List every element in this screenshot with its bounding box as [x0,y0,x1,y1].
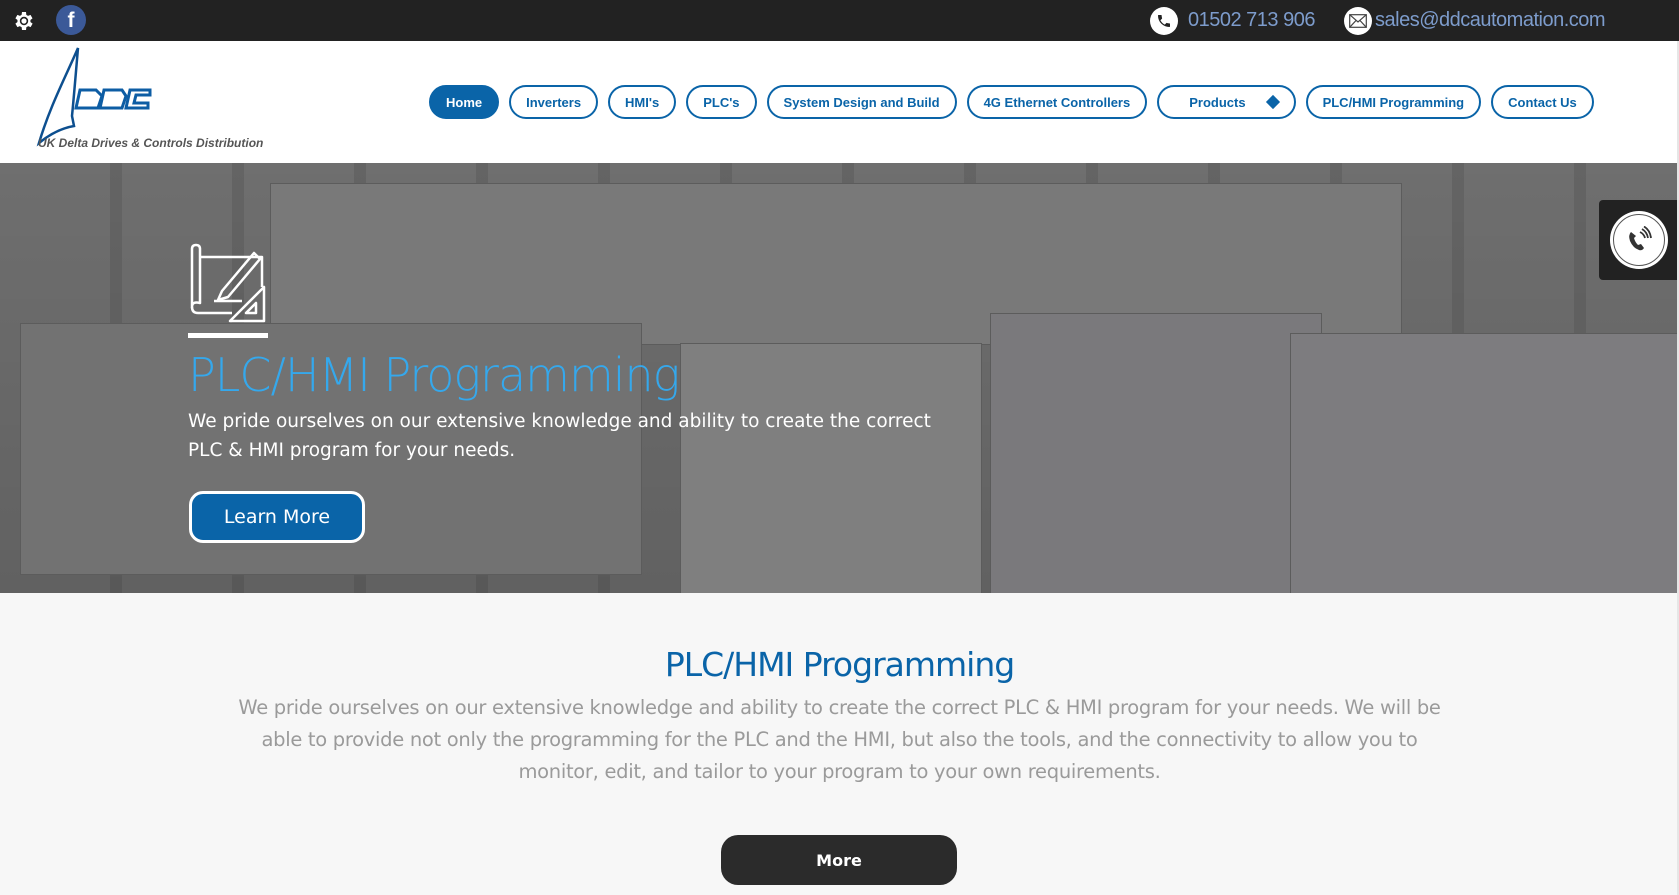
call-widget-ring [1610,211,1668,269]
phone-number[interactable]: 01502 713 906 [1188,9,1315,32]
nav-label: 4G Ethernet Controllers [983,94,1131,110]
email-contact[interactable]: sales@ddcautomation.com [1344,6,1606,35]
hero-divider [188,333,268,338]
nav-hmis[interactable]: HMI's [608,85,677,119]
nav-products[interactable]: Products [1157,85,1296,119]
nav-home[interactable]: Home [429,85,500,119]
section-title: PLC/HMI Programming [664,645,1015,684]
nav-label: HMI's [625,94,660,110]
learn-more-button[interactable]: Learn More [189,491,365,543]
email-address[interactable]: sales@ddcautomation.com [1375,9,1606,32]
nav-plc-hmi-programming[interactable]: PLC/HMI Programming [1305,85,1482,119]
hero-title: PLC/HMI Programming [188,348,680,402]
top-bar: f 01502 713 906 sales@ddcautomation.com [0,0,1679,41]
hero-text: We pride ourselves on our extensive know… [188,411,931,461]
nav-label: Products [1189,94,1246,110]
call-widget[interactable] [1599,200,1679,280]
section-text: We pride ourselves on our extensive know… [238,696,1441,783]
main-nav: Home Inverters HMI's PLC's System Design… [429,85,1594,119]
blueprint-pencil-icon [190,243,266,323]
nav-label: Home [446,94,483,110]
nav-system-design[interactable]: System Design and Build [766,85,957,119]
nav-label: System Design and Build [783,94,940,110]
nav-4g-ethernet[interactable]: 4G Ethernet Controllers [966,85,1148,119]
envelope-icon [1344,6,1372,35]
phone-ringing-icon [1613,214,1665,266]
nav-inverters[interactable]: Inverters [509,85,599,119]
nav-contact-us[interactable]: Contact Us [1491,85,1594,119]
facebook-icon[interactable]: f [56,5,86,35]
dropdown-diamond-icon [1265,94,1280,110]
nav-label: Contact Us [1508,94,1577,110]
phone-contact[interactable]: 01502 713 906 [1150,6,1315,35]
gear-icon[interactable] [11,9,35,33]
nav-plcs[interactable]: PLC's [686,85,757,119]
site-header: UK Delta Drives & Controls Distribution … [0,41,1679,163]
phone-icon [1150,6,1178,35]
nav-label: PLC/HMI Programming [1322,94,1465,110]
hero-banner: PLC/HMI Programming We pride ourselves o… [0,163,1679,593]
nav-label: PLC's [703,94,740,110]
logo-tagline: UK Delta Drives & Controls Distribution [38,136,264,150]
nav-label: Inverters [526,94,582,110]
more-button[interactable]: More [721,835,957,885]
